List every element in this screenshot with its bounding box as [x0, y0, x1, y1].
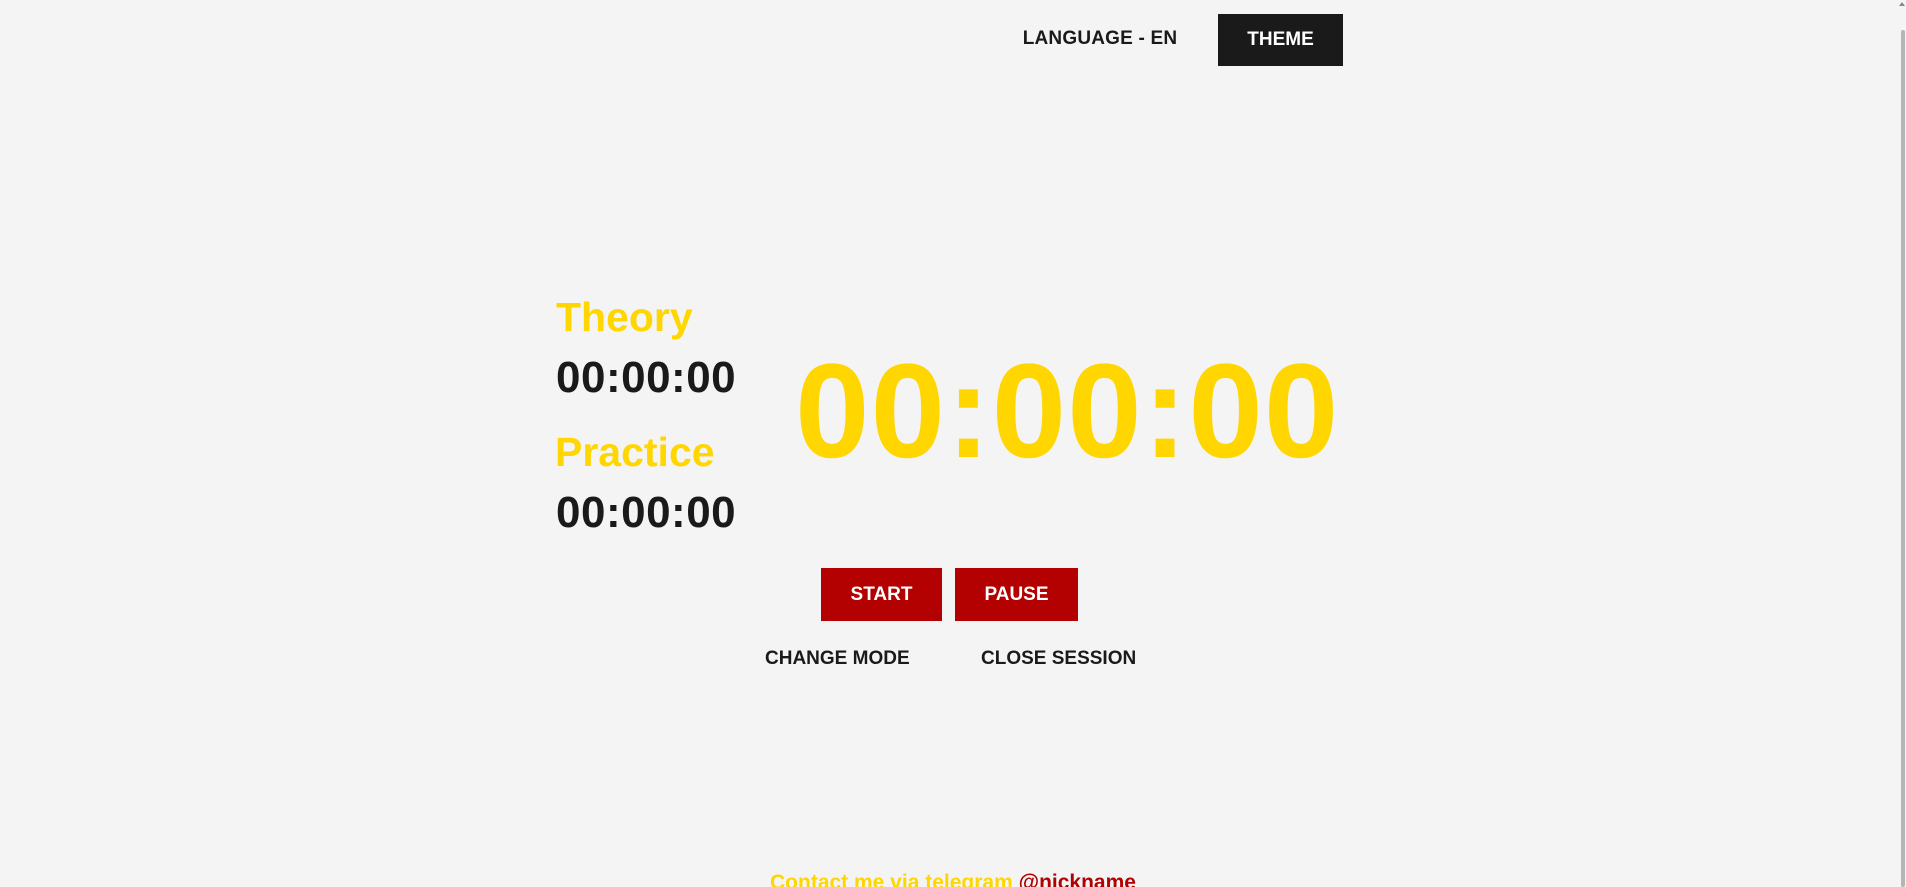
pause-button[interactable]: PAUSE	[955, 568, 1078, 621]
footer-contact: Contact me via telegram @nickname	[770, 872, 1136, 887]
main-timer: 00:00:00	[795, 337, 1340, 486]
theme-button[interactable]: THEME	[1218, 14, 1343, 66]
theory-label: Theory	[556, 294, 693, 340]
page: LANGUAGE - EN THEME Theory 00:00:00 Prac…	[0, 0, 1906, 887]
practice-label: Practice	[555, 429, 715, 475]
close-session-button[interactable]: CLOSE SESSION	[981, 647, 1136, 671]
language-button[interactable]: LANGUAGE - EN	[1022, 24, 1178, 54]
telegram-link[interactable]: @nickname	[1019, 871, 1136, 887]
start-button[interactable]: START	[821, 568, 942, 621]
contact-text: Contact me via telegram	[770, 871, 1013, 887]
scroll-up-icon[interactable]	[1899, 2, 1905, 6]
vertical-scrollbar[interactable]	[1898, 0, 1906, 887]
scrollbar-thumb[interactable]	[1901, 30, 1905, 887]
change-mode-button[interactable]: CHANGE MODE	[765, 647, 910, 671]
practice-time: 00:00:00	[556, 488, 737, 537]
theory-time: 00:00:00	[556, 353, 737, 402]
